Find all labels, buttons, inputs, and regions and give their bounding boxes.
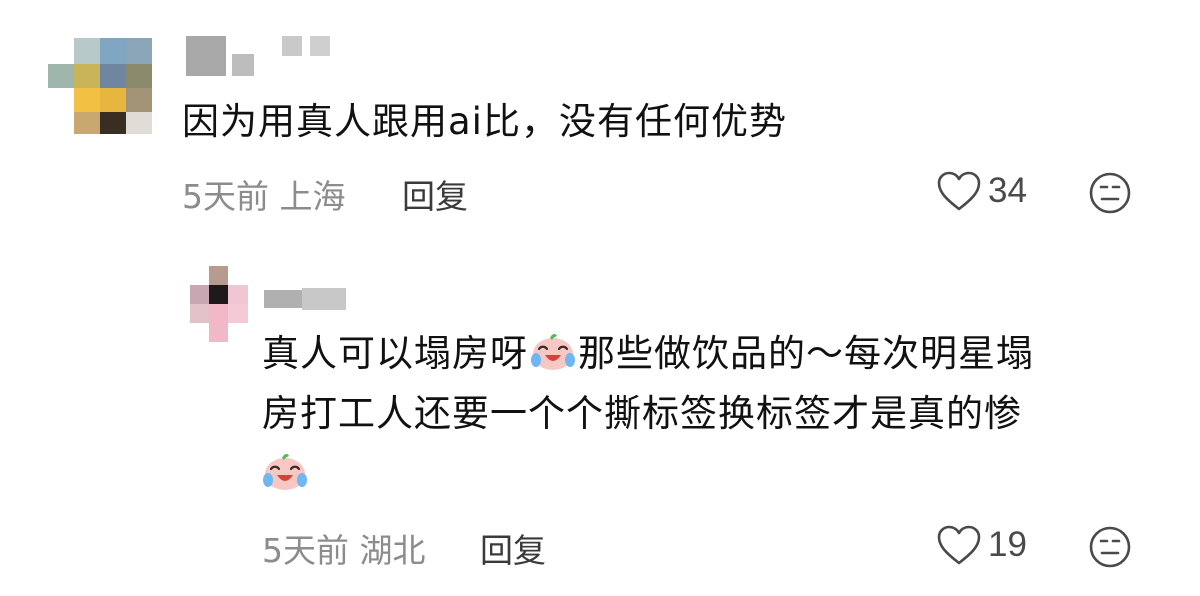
crying-laughing-emoji bbox=[263, 453, 307, 490]
comment-text-line-2: 房打工人还要一个个撕标签换标签才是真的惨 bbox=[262, 392, 1022, 435]
like-count: 34 bbox=[988, 171, 1027, 210]
like-button[interactable]: 34 bbox=[936, 170, 1027, 212]
avatar[interactable] bbox=[48, 38, 152, 134]
reply-button[interactable]: 回复 bbox=[402, 170, 468, 218]
like-button[interactable]: 19 bbox=[936, 524, 1027, 566]
comment-text: 因为用真人跟用ai比，没有任何优势 bbox=[182, 100, 787, 143]
dislike-button[interactable] bbox=[1088, 171, 1132, 219]
crying-laughing-emoji bbox=[531, 333, 575, 370]
heart-outline-icon bbox=[937, 525, 981, 565]
frown-face-icon bbox=[1089, 526, 1131, 568]
location: 上海 bbox=[279, 177, 346, 216]
timestamp: 5天前 bbox=[262, 531, 349, 570]
comment-text-line-1: 真人可以塌房呀 那些做饮品的～每次明星塌 bbox=[262, 332, 1034, 375]
timestamp: 5天前 bbox=[182, 177, 269, 216]
location: 湖北 bbox=[359, 531, 426, 570]
comment-text-line-3 bbox=[262, 444, 1162, 504]
reply-button[interactable]: 回复 bbox=[480, 524, 546, 572]
avatar[interactable] bbox=[190, 266, 248, 342]
username-censored[interactable] bbox=[264, 286, 348, 316]
comment-meta: 5天前 上海 bbox=[182, 170, 346, 218]
comment-text: 真人可以塌房呀 那些做饮品的～每次明星塌 房打工人还要一个个撕标签换标签才是真的… bbox=[262, 324, 1162, 504]
like-count: 19 bbox=[988, 525, 1027, 564]
heart-outline-icon bbox=[937, 171, 981, 211]
username-censored[interactable] bbox=[186, 36, 346, 76]
frown-face-icon bbox=[1089, 172, 1131, 214]
dislike-button[interactable] bbox=[1088, 525, 1132, 573]
comment-meta: 5天前 湖北 bbox=[262, 524, 426, 572]
